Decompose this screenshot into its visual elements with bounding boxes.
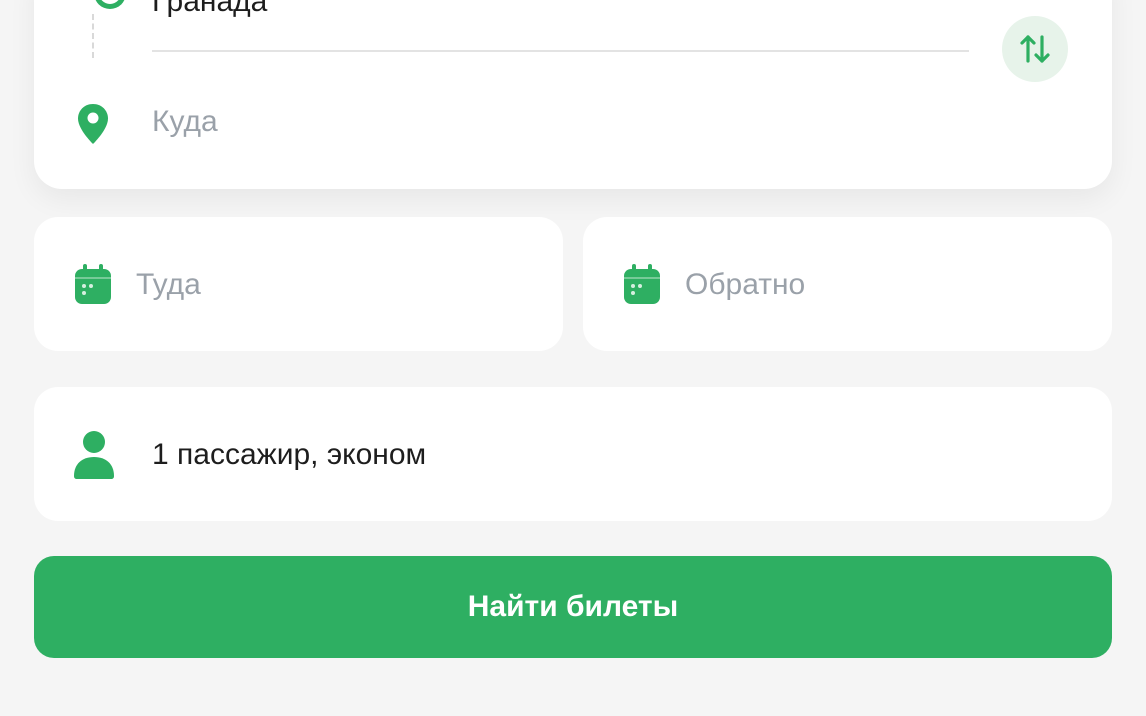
return-date-field[interactable]: Обратно	[583, 217, 1112, 351]
search-form-page: Гранада Куда Туда Обратно 1 пассажир, эк…	[0, 0, 1146, 716]
swap-route-button[interactable]	[1002, 16, 1068, 82]
calendar-icon	[75, 264, 111, 304]
origin-marker-icon	[94, 0, 126, 9]
passengers-summary: 1 пассажир, эконом	[152, 438, 427, 471]
return-date-label: Обратно	[685, 268, 806, 301]
route-connector	[92, 14, 94, 58]
map-pin-icon	[78, 104, 108, 144]
route-card: Гранада Куда	[34, 0, 1112, 189]
passengers-class-field[interactable]: 1 пассажир, эконом	[34, 387, 1112, 521]
departure-date-field[interactable]: Туда	[34, 217, 563, 351]
destination-field[interactable]: Куда	[152, 102, 218, 142]
origin-field[interactable]: Гранада	[152, 0, 267, 22]
departure-date-label: Туда	[136, 268, 201, 301]
route-divider	[152, 50, 969, 52]
person-icon	[74, 431, 114, 479]
swap-arrows-icon	[1020, 35, 1050, 63]
calendar-icon	[624, 264, 660, 304]
find-tickets-button[interactable]: Найти билеты	[34, 556, 1112, 658]
